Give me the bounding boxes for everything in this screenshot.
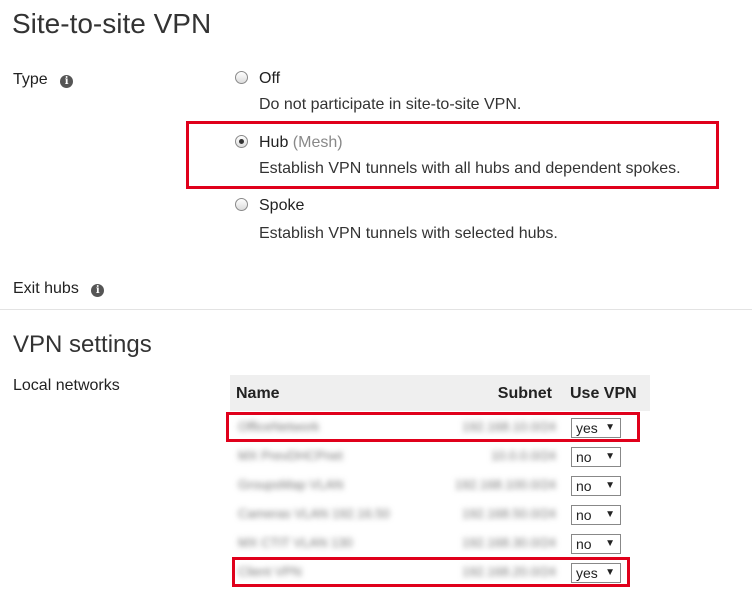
vpn-settings-title: VPN settings <box>13 331 152 358</box>
use-vpn-select[interactable]: no ▼ <box>571 476 621 496</box>
type-label-text: Type <box>13 71 48 88</box>
row-2-name: MX PrevDHCPnet <box>238 448 343 463</box>
highlight-box-hub <box>186 121 719 189</box>
dropdown-arrow-icon: ▼ <box>605 567 615 578</box>
dropdown-arrow-icon: ▼ <box>605 422 615 433</box>
use-vpn-select-value: no <box>576 507 592 523</box>
page-title: Site-to-site VPN <box>12 8 212 39</box>
option-spoke-label[interactable]: Spoke <box>259 197 304 215</box>
option-hub-label[interactable]: Hub (Mesh) <box>259 134 343 152</box>
info-icon[interactable]: i <box>60 75 74 88</box>
dropdown-arrow-icon: ▼ <box>605 509 615 520</box>
type-label: Type i <box>13 71 74 89</box>
row-3-subnet: 192.168.100.0/24 <box>454 477 556 492</box>
option-off-text: Off <box>259 70 281 87</box>
use-vpn-select[interactable]: yes ▼ <box>571 563 621 583</box>
local-networks-label: Local networks <box>13 377 120 394</box>
option-off-label[interactable]: Off <box>259 70 280 88</box>
row-6-name: Client VPN <box>238 564 302 579</box>
option-hub-text: Hub <box>259 134 289 151</box>
radio-off[interactable] <box>235 71 248 84</box>
row-1-subnet: 192.168.10.0/24 <box>462 419 556 434</box>
row-5-subnet: 192.168.30.0/24 <box>462 535 556 550</box>
use-vpn-select-value: yes <box>576 420 598 436</box>
use-vpn-select[interactable]: yes ▼ <box>571 418 621 438</box>
use-vpn-select[interactable]: no ▼ <box>571 505 621 525</box>
row-1-name: OfficeNetwork <box>238 419 320 434</box>
option-hub-suffix: (Mesh) <box>288 134 343 151</box>
info-icon[interactable]: i <box>91 284 105 297</box>
row-5-name: MX CTIT VLAN 130 <box>238 535 353 550</box>
radio-hub[interactable] <box>235 135 248 148</box>
dropdown-arrow-icon: ▼ <box>605 451 615 462</box>
use-vpn-select-value: no <box>576 449 592 465</box>
option-hub-description: Establish VPN tunnels with all hubs and … <box>259 160 681 177</box>
column-header-name[interactable]: Name <box>236 385 280 403</box>
dropdown-arrow-icon: ▼ <box>605 538 615 549</box>
row-4-subnet: 192.168.50.0/24 <box>462 506 556 521</box>
radio-spoke[interactable] <box>235 198 248 211</box>
exit-hubs-text: Exit hubs <box>13 280 79 297</box>
option-spoke-text: Spoke <box>259 197 305 214</box>
option-off-description: Do not participate in site-to-site VPN. <box>259 96 522 113</box>
row-2-subnet: 10.0.0.0/24 <box>490 448 556 463</box>
row-6-subnet: 192.168.20.0/24 <box>462 564 556 579</box>
use-vpn-select-value: yes <box>576 565 598 581</box>
option-spoke-description: Establish VPN tunnels with selected hubs… <box>259 225 558 242</box>
use-vpn-select[interactable]: no ▼ <box>571 447 621 467</box>
section-divider <box>0 309 752 310</box>
column-header-subnet[interactable]: Subnet <box>480 385 552 403</box>
row-4-name: Cameras VLAN 192.16.50 <box>238 506 390 521</box>
exit-hubs-label: Exit hubs i <box>13 280 105 298</box>
use-vpn-select-value: no <box>576 478 592 494</box>
use-vpn-select-value: no <box>576 536 592 552</box>
row-3-name: GroupsMap VLAN <box>238 477 344 492</box>
use-vpn-select[interactable]: no ▼ <box>571 534 621 554</box>
column-header-use-vpn[interactable]: Use VPN <box>570 385 637 403</box>
dropdown-arrow-icon: ▼ <box>605 480 615 491</box>
